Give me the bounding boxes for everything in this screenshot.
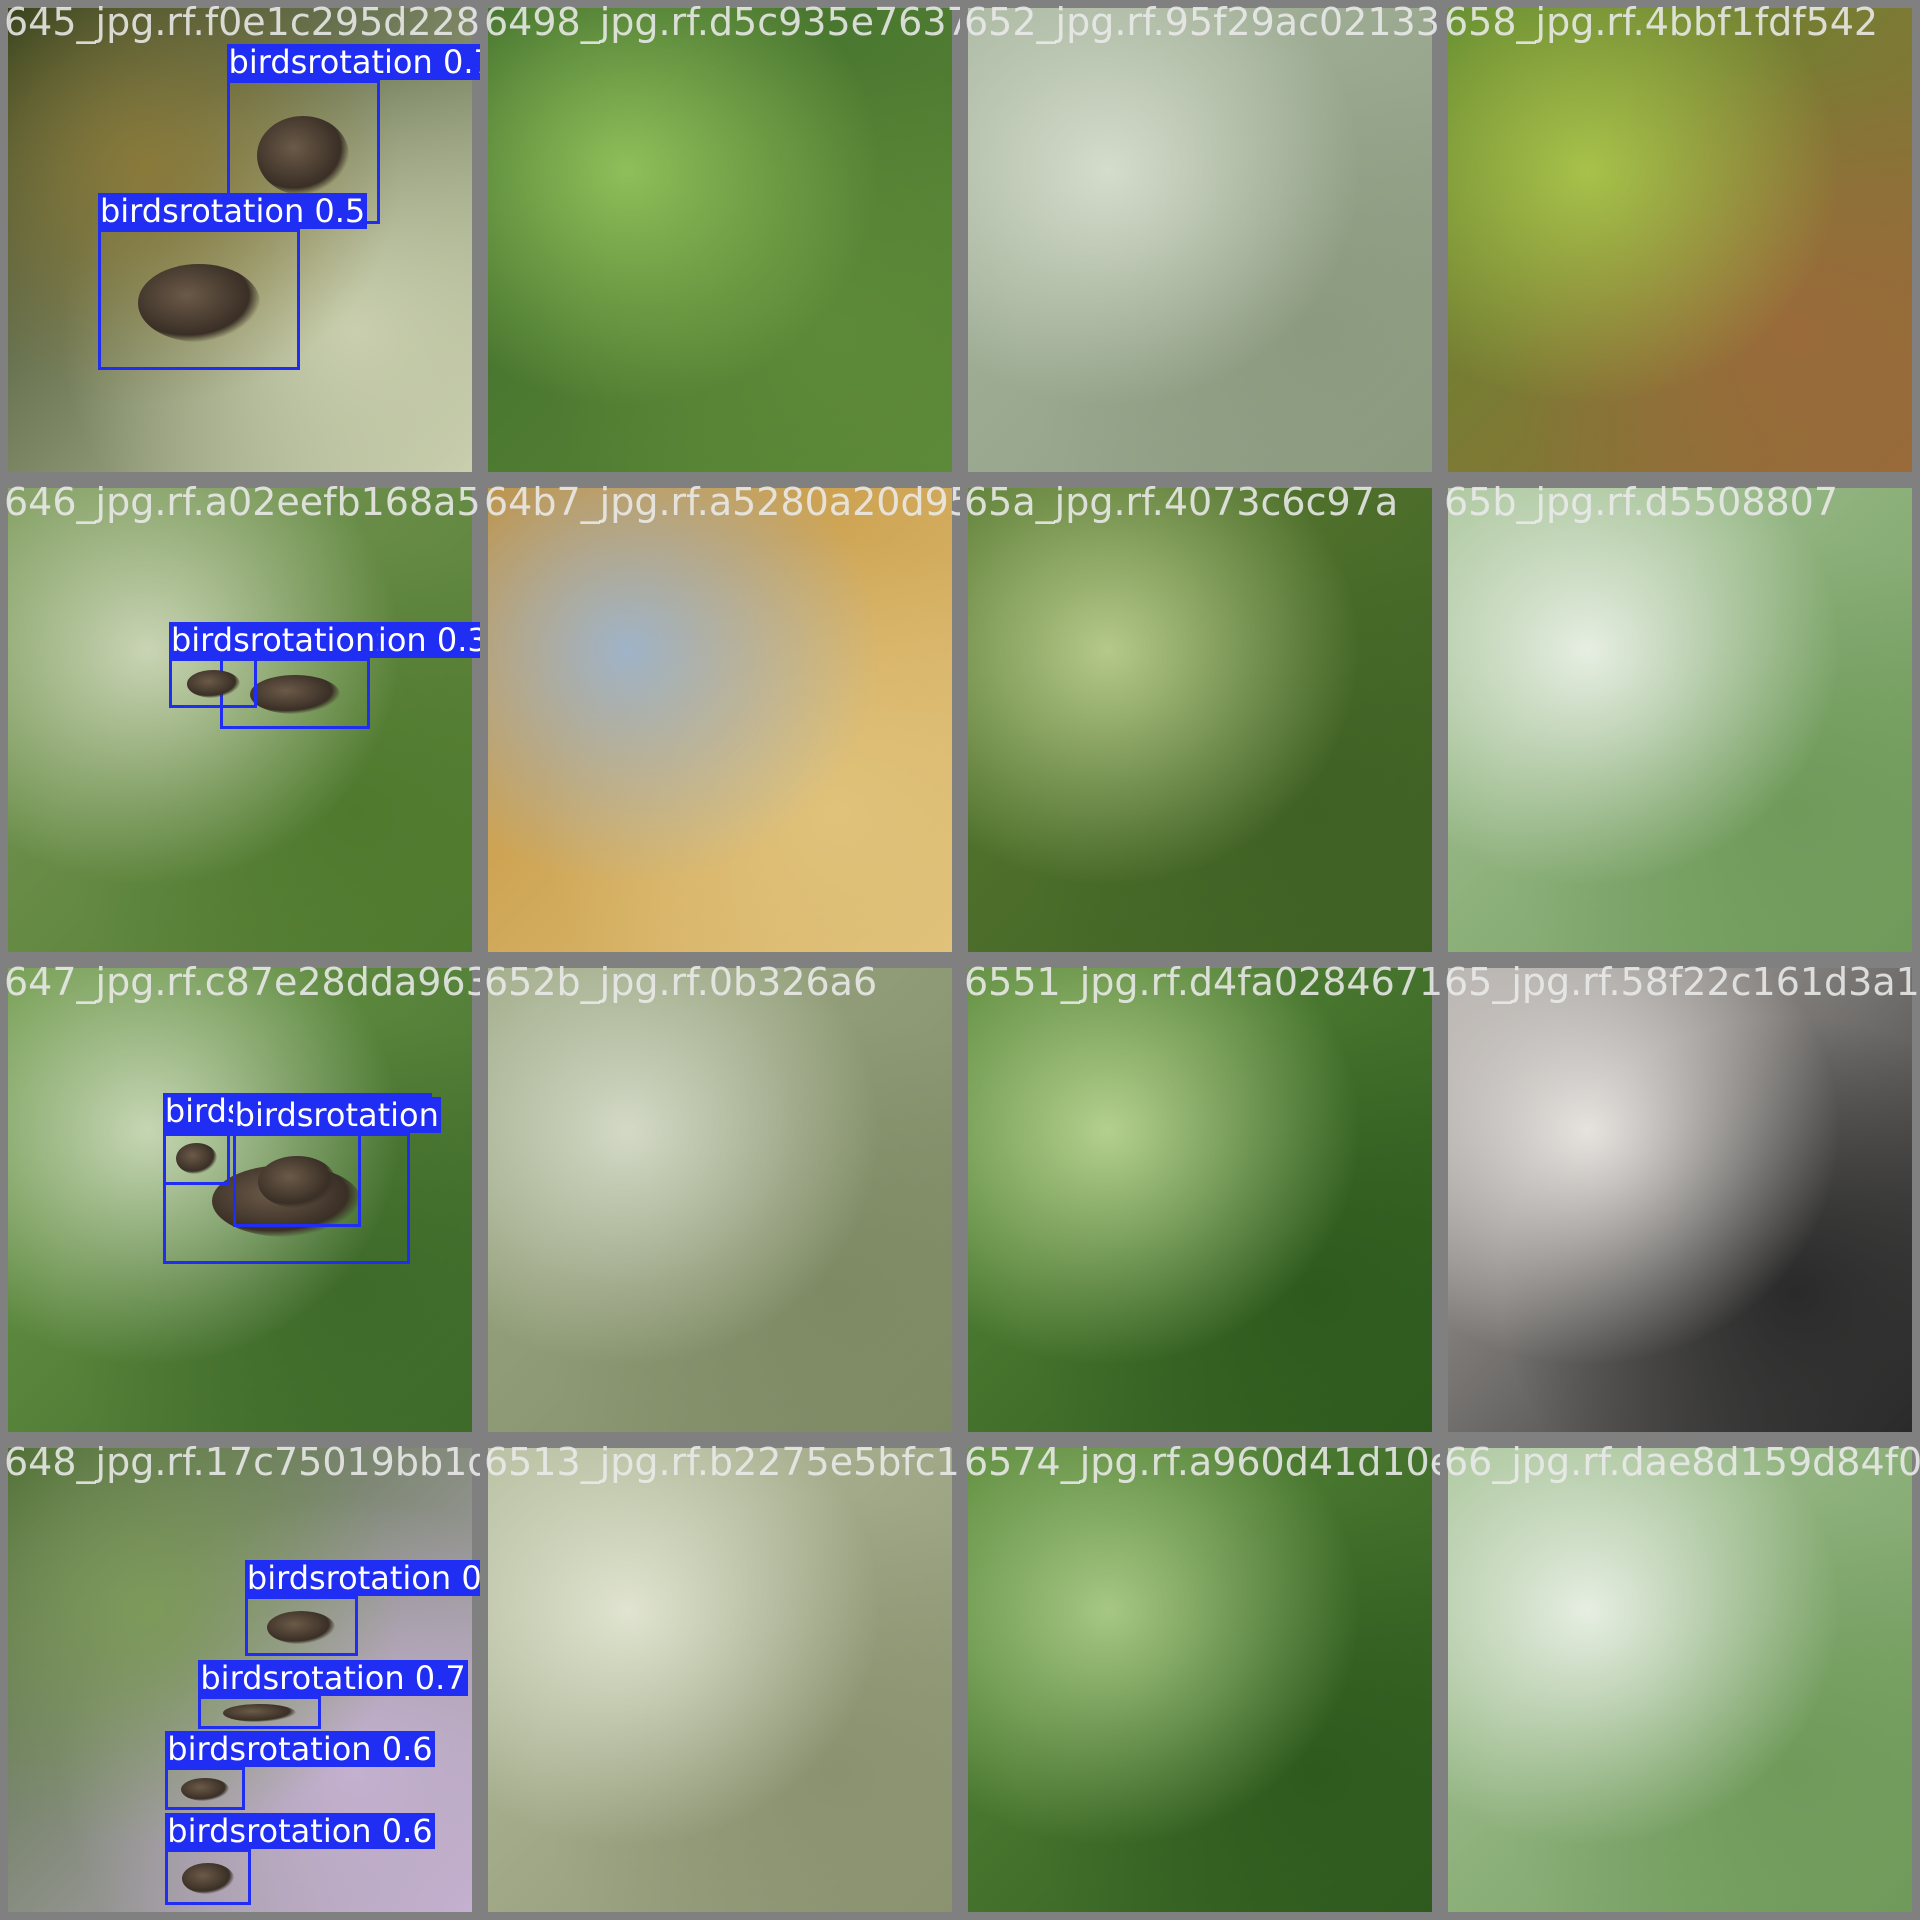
detection-box — [232, 1132, 362, 1227]
detection-label: birdsrotation 0.5 — [244, 1559, 480, 1596]
detection-box — [198, 1695, 321, 1729]
bird-photo — [1448, 968, 1912, 1432]
image-tile: 652b_jpg.rf.0b326a6birdsrotation 0.4 — [480, 960, 960, 1440]
detection-box — [244, 1595, 358, 1656]
detection-label: birdsrotation 0.5 — [97, 191, 368, 230]
image-tile: 6498_jpg.rf.d5c935e7637306birdsrotation … — [480, 0, 960, 480]
image-tile: 652_jpg.rf.95f29ac021333b3birdsrotation … — [960, 0, 1440, 480]
image-tile: 65a_jpg.rf.4073c6c97abirdsrotation 0.8 — [960, 480, 1440, 960]
image-tile: 6551_jpg.rf.d4fa0284671birdsrotation 0.8… — [960, 960, 1440, 1440]
image-tile: 64b7_jpg.rf.a5280a20d95f20birdsrotation … — [480, 480, 960, 960]
detection-label: birdsrotation 0.6 — [165, 1729, 435, 1768]
bird-photo — [488, 968, 952, 1432]
bird-photo — [968, 488, 1432, 952]
detection-box — [168, 657, 258, 708]
bird-photo — [488, 8, 952, 472]
detection-box — [162, 1128, 231, 1186]
detection-label: birdsrotation 0.6 — [165, 1811, 435, 1850]
bird-photo — [1448, 8, 1912, 472]
image-tile: 648_jpg.rf.17c75019bb1d4f3birdsrotation … — [0, 1440, 480, 1920]
image-tile: 6513_jpg.rf.b2275e5bfc1b4c4birdsrotation… — [480, 1440, 960, 1920]
detection-label: birdsrotation — [232, 1095, 441, 1134]
image-tile: 658_jpg.rf.4bbf1fdf542birdsrotation 0.3 — [1440, 0, 1920, 480]
bird-photo — [968, 968, 1432, 1432]
bird-photo — [968, 1448, 1432, 1912]
detection-box — [165, 1766, 245, 1810]
mosaic-grid: 645_jpg.rf.f0e1c295d2281d6birdsrotation … — [0, 0, 1920, 1920]
image-tile: 647_jpg.rf.c87e28dda963birdsrotation 0.4… — [0, 960, 480, 1440]
bird-photo — [488, 1448, 952, 1912]
image-tile: 645_jpg.rf.f0e1c295d2281d6birdsrotation … — [0, 0, 480, 480]
detection-label: birdsrotation 0.7 — [198, 1658, 468, 1697]
bird-photo — [488, 488, 952, 952]
detection-box — [97, 228, 300, 370]
bird-photo — [968, 8, 1432, 472]
bird-photo — [1448, 488, 1912, 952]
image-tile: 646_jpg.rf.a02eefb168a5f52birdsrotation … — [0, 480, 480, 960]
image-tile: 66_jpg.rf.dae8d159d84f07birdsrotation 0.… — [1440, 1440, 1920, 1920]
bird-photo — [1448, 1448, 1912, 1912]
detection-label: birdsrotation 0.7 — [226, 43, 480, 80]
detection-box — [165, 1848, 251, 1906]
image-tile: 65b_jpg.rf.d5508807birdsrotation 0.8 — [1440, 480, 1920, 960]
detection-label: birdsrotation — [168, 620, 378, 659]
image-tile: 65_jpg.rf.58f22c161d3a10eebirdsrotation … — [1440, 960, 1920, 1440]
image-tile: 6574_jpg.rf.a960d41d10ebcbirdsrotation 0… — [960, 1440, 1440, 1920]
